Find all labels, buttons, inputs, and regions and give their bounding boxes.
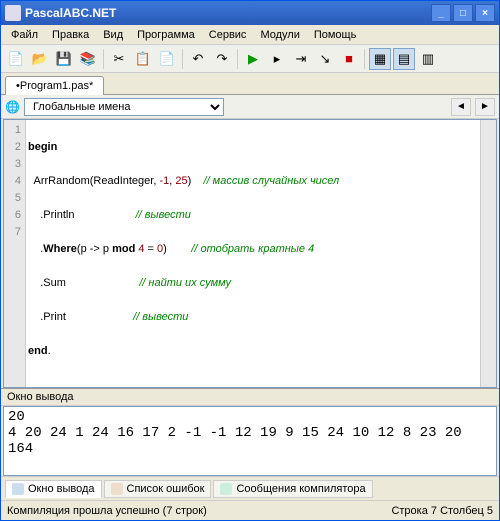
- stepinto-icon[interactable]: ↘: [314, 48, 336, 70]
- code-line: end: [28, 345, 48, 357]
- file-tabs: •Program1.pas*: [1, 73, 499, 95]
- stepover-icon[interactable]: ⇥: [290, 48, 312, 70]
- line-number: 6: [4, 207, 21, 224]
- menubar: Файл Правка Вид Программа Сервис Модули …: [1, 25, 499, 45]
- code-line: .Println: [28, 209, 136, 221]
- undo-icon[interactable]: ↶: [187, 48, 209, 70]
- line-number: 5: [4, 190, 21, 207]
- panel1-icon[interactable]: ▦: [369, 48, 391, 70]
- menu-program[interactable]: Программа: [131, 27, 201, 43]
- btab-errors[interactable]: Список ошибок: [104, 480, 212, 498]
- statusbar: Компиляция прошла успешно (7 строк) Стро…: [1, 500, 499, 520]
- titlebar: PascalABC.NET _ □ ×: [1, 1, 499, 25]
- redo-icon[interactable]: ↷: [211, 48, 233, 70]
- code-line: ArrRandom(ReadInteger,: [28, 175, 159, 187]
- menu-edit[interactable]: Правка: [46, 27, 95, 43]
- stop-icon[interactable]: ■: [338, 48, 360, 70]
- nav-back-icon[interactable]: ◄: [451, 98, 471, 116]
- compiler-icon: [220, 483, 232, 495]
- code-line: .Print: [28, 311, 133, 323]
- separator: [103, 49, 104, 69]
- output-header: Окно вывода: [1, 388, 499, 406]
- run-icon[interactable]: ▶: [242, 48, 264, 70]
- status-cursor: Строка 7 Столбец 5: [391, 505, 493, 517]
- line-number: 2: [4, 139, 21, 156]
- copy-icon[interactable]: 📋: [132, 48, 154, 70]
- line-gutter: 1 2 3 4 5 6 7: [4, 120, 26, 387]
- output-panel[interactable]: 20 4 20 24 1 24 16 17 2 -1 -1 12 19 9 15…: [3, 406, 497, 476]
- save-icon[interactable]: 💾: [53, 48, 75, 70]
- paste-icon[interactable]: 📄: [156, 48, 178, 70]
- new-icon[interactable]: 📄: [5, 48, 27, 70]
- menu-file[interactable]: Файл: [5, 27, 44, 43]
- line-number: 3: [4, 156, 21, 173]
- menu-view[interactable]: Вид: [97, 27, 129, 43]
- bottom-tabs: Окно вывода Список ошибок Сообщения комп…: [1, 476, 499, 500]
- code-line: .Sum: [28, 277, 139, 289]
- separator: [364, 49, 365, 69]
- code-line: .: [28, 243, 43, 255]
- code-editor[interactable]: 1 2 3 4 5 6 7 begin ArrRandom(ReadIntege…: [3, 119, 497, 388]
- saveall-icon[interactable]: 📚: [77, 48, 99, 70]
- line-number: 7: [4, 224, 21, 241]
- btab-compiler[interactable]: Сообщения компилятора: [213, 480, 372, 498]
- code-line: begin: [28, 141, 57, 153]
- status-left: Компиляция прошла успешно (7 строк): [7, 505, 207, 517]
- app-icon: [5, 5, 21, 21]
- line-number: 4: [4, 173, 21, 190]
- open-icon[interactable]: 📂: [29, 48, 51, 70]
- output-icon: [12, 483, 24, 495]
- panel3-icon[interactable]: ▥: [417, 48, 439, 70]
- separator: [237, 49, 238, 69]
- toolbar: 📄 📂 💾 📚 ✂ 📋 📄 ↶ ↷ ▶ ▸ ⇥ ↘ ■ ▦ ▤ ▥: [1, 45, 499, 73]
- window-title: PascalABC.NET: [25, 6, 431, 20]
- globe-icon: 🌐: [5, 100, 20, 114]
- debug-icon[interactable]: ▸: [266, 48, 288, 70]
- window-buttons: _ □ ×: [431, 4, 495, 22]
- tab-program1[interactable]: •Program1.pas*: [5, 76, 104, 95]
- restore-button[interactable]: □: [453, 4, 473, 22]
- menu-service[interactable]: Сервис: [203, 27, 253, 43]
- sub-toolbar: 🌐 Глобальные имена ◄ ►: [1, 95, 499, 119]
- close-button[interactable]: ×: [475, 4, 495, 22]
- btab-output[interactable]: Окно вывода: [5, 480, 102, 498]
- nav-fwd-icon[interactable]: ►: [475, 98, 495, 116]
- errors-icon: [111, 483, 123, 495]
- menu-help[interactable]: Помощь: [308, 27, 363, 43]
- vertical-scrollbar[interactable]: [480, 120, 496, 387]
- cut-icon[interactable]: ✂: [108, 48, 130, 70]
- minimize-button[interactable]: _: [431, 4, 451, 22]
- code-area[interactable]: begin ArrRandom(ReadInteger, -1, 25) // …: [26, 120, 480, 387]
- line-number: 1: [4, 122, 21, 139]
- separator: [182, 49, 183, 69]
- scope-dropdown[interactable]: Глобальные имена: [24, 98, 224, 116]
- panel2-icon[interactable]: ▤: [393, 48, 415, 70]
- menu-modules[interactable]: Модули: [254, 27, 305, 43]
